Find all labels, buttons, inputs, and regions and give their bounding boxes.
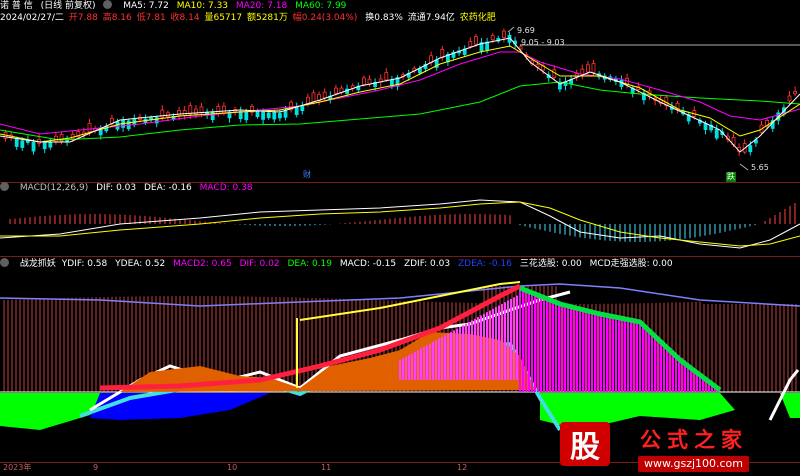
watermark-logo: 股 [560, 422, 610, 466]
candle-body [787, 95, 792, 102]
quote-close: 收8.14 [170, 13, 200, 23]
watermark-site-name: 公式之家 [640, 428, 748, 452]
ma10-line [0, 45, 800, 143]
candle-body [793, 91, 797, 95]
quote-date: 2024/02/27/二 [0, 13, 64, 23]
mcd-value: MCD走强选股: 0.00 [589, 259, 673, 269]
candle-body [87, 122, 92, 133]
adjust-mode[interactable]: (日线 前复权) [41, 1, 96, 11]
quote-float-cap: 流通7.94亿 [407, 13, 455, 23]
candle-body [586, 64, 590, 73]
cai-marker[interactable]: 财 [302, 170, 312, 180]
range-label: 9.05 - 9.03 [521, 38, 565, 47]
price-chart[interactable] [0, 24, 800, 182]
quote-low: 低7.81 [136, 13, 166, 23]
macd-dea: DEA: -0.16 [143, 183, 192, 193]
candle-body [221, 105, 226, 114]
ma5-label: MA5: 7.72 [123, 1, 169, 11]
quote-volume: 量65717 [204, 13, 243, 23]
high-pointer [507, 26, 515, 33]
candle-body [322, 91, 327, 99]
watermark-url: www.gszj100.com [638, 456, 750, 472]
quote-open: 开7.88 [68, 13, 98, 23]
candle-body [20, 140, 25, 148]
ma5-line [0, 37, 800, 153]
candle-body [361, 77, 366, 85]
zdea-value: ZDEA: -0.16 [457, 259, 512, 269]
candle-body [48, 142, 53, 148]
candle-body [31, 142, 36, 152]
candle-body [384, 72, 389, 81]
candle-body [14, 138, 19, 147]
zdif-value: ZDIF: 0.03 [403, 259, 451, 269]
macd-value-2: MACD: -0.15 [339, 259, 397, 269]
x-label-11: 11 [321, 463, 332, 472]
indicator-title[interactable]: 战龙抓妖 [20, 259, 56, 269]
candle-body [591, 63, 596, 73]
quote-turnover: 换0.83% [365, 13, 403, 23]
high-price-label: 9.69 [517, 26, 535, 35]
candle-body [440, 49, 445, 58]
candle-body [199, 106, 204, 114]
indicator-settings-icon-2[interactable] [0, 258, 12, 269]
quote-sector[interactable]: 农药化肥 [460, 13, 496, 23]
ydif-value: YDIF: 0.58 [61, 259, 108, 269]
indicator-settings-icon[interactable] [103, 0, 115, 11]
macd-title[interactable]: MACD(12,26,9) [20, 183, 88, 193]
candle-body [294, 107, 299, 115]
candle-body [473, 36, 478, 45]
ma20-label: MA20: 7.18 [235, 1, 288, 11]
candle-body [468, 41, 473, 47]
x-label-10: 10 [227, 463, 238, 472]
candle-body [501, 30, 506, 38]
candle-body [714, 128, 719, 139]
macd-chart[interactable] [0, 194, 800, 256]
candle-body [490, 34, 495, 41]
macd-histogram [9, 203, 796, 242]
stock-name[interactable]: 诺 普 信 [0, 1, 33, 11]
sanhua-value: 三花选股: 0.00 [519, 259, 582, 269]
candle-body [748, 145, 753, 153]
x-label-9: 9 [93, 463, 99, 472]
candle-body [417, 68, 422, 74]
quote-change: 幅0.24(3.04%) [292, 13, 358, 23]
blue-area [90, 393, 270, 420]
candle-body [266, 112, 271, 119]
macd-pane-divider [0, 256, 800, 257]
dea-value: DEA: 0.19 [287, 259, 333, 269]
dif-value: DIF: 0.02 [239, 259, 280, 269]
candle-body [255, 111, 260, 117]
quote-high: 高8.16 [102, 13, 132, 23]
x-label-12: 12 [457, 463, 468, 472]
candle-body [311, 92, 316, 102]
ma60-label: MA60: 7.99 [295, 1, 347, 11]
macd-dif: DIF: 0.03 [96, 183, 137, 193]
x-label-2023: 2023年 [3, 463, 32, 472]
macd2-value: MACD2: 0.65 [173, 259, 232, 269]
low-price-label: 5.65 [751, 163, 769, 172]
macd-settings-icon[interactable] [0, 182, 12, 193]
candle-body [277, 113, 282, 119]
macd-value: MACD: 0.38 [199, 183, 253, 193]
candle-body [272, 111, 277, 120]
die-marker[interactable]: 跌 [726, 172, 736, 182]
candle-body [333, 87, 338, 94]
low-pointer [739, 163, 749, 171]
ydea-value: YDEA: 0.52 [115, 259, 166, 269]
candle-body [42, 142, 47, 150]
candle-body [261, 111, 266, 120]
logo-char: 股 [570, 430, 600, 465]
quote-amount: 额5281万 [246, 13, 288, 23]
ma10-label: MA10: 7.33 [176, 1, 229, 11]
candle-body [283, 110, 288, 118]
ma20-line [0, 51, 800, 135]
candle-body [182, 110, 187, 116]
candle-body [244, 111, 249, 121]
candle-body [216, 105, 221, 114]
candle-body [177, 110, 182, 116]
candle-body [703, 123, 708, 130]
candle-body [300, 106, 305, 112]
